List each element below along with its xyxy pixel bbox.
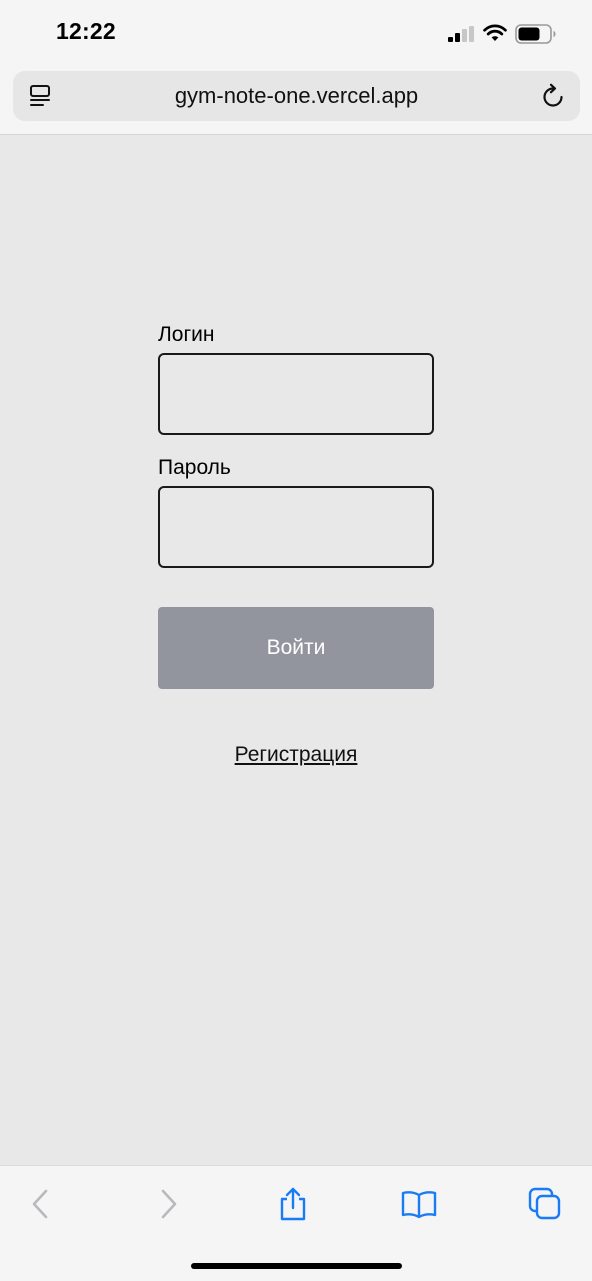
password-input[interactable] [158, 486, 434, 568]
address-bar[interactable]: gym-note-one.vercel.app [13, 71, 580, 121]
book-icon[interactable] [401, 1186, 437, 1222]
reload-icon[interactable] [540, 83, 566, 109]
login-button[interactable]: Войти [158, 607, 434, 689]
chevron-left-icon[interactable] [22, 1186, 58, 1222]
password-label: Пароль [158, 456, 231, 479]
chevron-right-icon[interactable] [151, 1186, 187, 1222]
reader-mode-icon[interactable] [29, 84, 53, 108]
home-indicator [191, 1263, 402, 1269]
wifi-icon [483, 24, 507, 41]
cellular-signal-icon [448, 26, 474, 42]
battery-icon [515, 24, 556, 44]
login-input[interactable] [158, 353, 434, 435]
browser-address-area: gym-note-one.vercel.app [0, 64, 592, 135]
status-time: 12:22 [56, 18, 116, 44]
status-bar: 12:22 [0, 0, 592, 64]
login-label: Логин [158, 323, 215, 346]
register-link[interactable]: Регистрация [158, 743, 434, 767]
url-text[interactable]: gym-note-one.vercel.app [73, 71, 520, 121]
tabs-icon[interactable] [527, 1186, 563, 1222]
share-icon[interactable] [275, 1186, 311, 1222]
